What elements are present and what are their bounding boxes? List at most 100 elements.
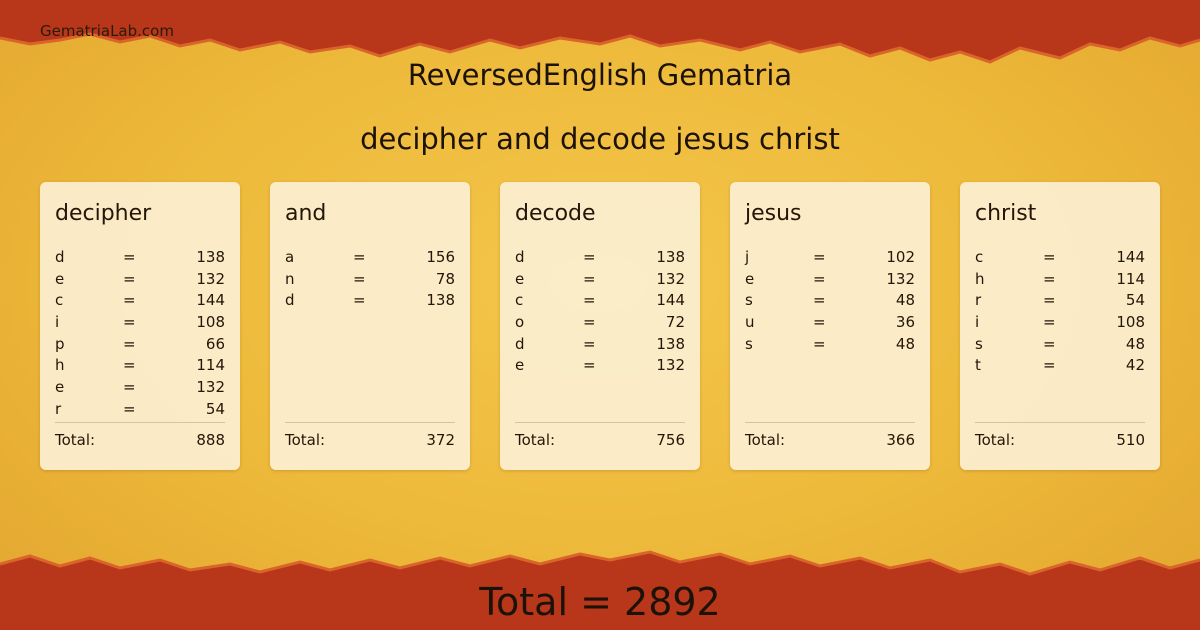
letter: r [975, 291, 982, 310]
equals-sign: = [123, 313, 136, 332]
letter-row: i = 108 [55, 313, 225, 335]
letter-row: s = 48 [745, 291, 915, 313]
letter: i [975, 313, 980, 332]
equals-sign: = [813, 248, 826, 266]
letter-row: h = 114 [975, 270, 1145, 292]
letter-row: j = 102 [745, 248, 915, 270]
letter-row: c = 144 [515, 291, 685, 313]
equals-sign: = [1043, 269, 1056, 288]
equals-sign: = [353, 269, 366, 288]
letter-row: o = 72 [515, 313, 685, 335]
letter-row: i = 108 [975, 313, 1145, 335]
letter-row: e = 132 [55, 270, 225, 292]
letter-row: s = 48 [975, 335, 1145, 357]
letter: d [515, 334, 525, 353]
letter: c [975, 248, 984, 266]
letter-list: d = 138 e = 132 c = 144 i = 108 p = 66 h = 114 e = 132 r = 54 [55, 248, 225, 418]
letter: i [55, 313, 60, 332]
letter: e [745, 269, 755, 288]
letter: s [745, 334, 753, 353]
total-label: Total: [745, 431, 786, 449]
letter-row: r = 54 [55, 400, 225, 422]
letter-row: u = 36 [745, 313, 915, 335]
equals-sign: = [123, 378, 136, 397]
letter-value: 132 [656, 356, 685, 375]
letter-list: d = 138 e = 132 c = 144 o = 72 d = 138 e = 132 [515, 248, 685, 416]
letter-row: p = 66 [55, 335, 225, 357]
letter-row: d = 138 [515, 248, 685, 270]
letter-row: d = 138 [55, 248, 225, 270]
letter: u [745, 313, 755, 332]
letter: c [55, 291, 64, 310]
word-card: and a = 156 n = 78 d = 138 Total: 372 [270, 182, 470, 470]
equals-sign: = [123, 334, 136, 353]
letter-value: 114 [196, 356, 225, 375]
letter-list: j = 102 e = 132 s = 48 u = 36 s = 48 [745, 248, 915, 416]
equals-sign: = [1043, 313, 1056, 332]
letter-value: 132 [656, 269, 685, 288]
total-label: Total: [55, 431, 96, 449]
word-total-row: Total: 366 [745, 431, 915, 461]
equals-sign: = [123, 356, 136, 375]
letter-row: n = 78 [285, 270, 455, 292]
equals-sign: = [583, 248, 596, 266]
equals-sign: = [1043, 291, 1056, 310]
word-total-row: Total: 510 [975, 431, 1145, 461]
letter: c [515, 291, 524, 310]
equals-sign: = [583, 356, 596, 375]
equals-sign: = [813, 269, 826, 288]
letter: s [745, 291, 753, 310]
word-card: christ c = 144 h = 114 r = 54 i = 108 s = 48 t = 42 Total: 5… [960, 182, 1160, 470]
letter: o [515, 313, 525, 332]
letter-value: 156 [426, 248, 455, 266]
equals-sign: = [123, 291, 136, 310]
letter-value: 108 [196, 313, 225, 332]
letter-value: 114 [1116, 269, 1145, 288]
word-cards: decipher d = 138 e = 132 c = 144 i = 108 p = 66 h = 114 e = 1… [40, 182, 1160, 470]
card-word-title: decipher [55, 201, 152, 226]
word-total-row: Total: 372 [285, 431, 455, 461]
divider [55, 422, 225, 423]
equals-sign: = [123, 399, 136, 418]
equals-sign: = [1043, 356, 1056, 375]
equals-sign: = [813, 334, 826, 353]
letter-value: 36 [895, 313, 915, 332]
letter: d [285, 291, 295, 310]
letter: d [515, 248, 525, 266]
letter-value: 132 [886, 269, 915, 288]
phrase-heading: decipher and decode jesus christ [360, 122, 840, 156]
divider [285, 422, 455, 423]
letter-row: e = 132 [55, 378, 225, 400]
equals-sign: = [583, 313, 596, 332]
letter-row: h = 114 [55, 356, 225, 378]
card-word-title: decode [515, 201, 596, 226]
word-total-value: 756 [656, 431, 685, 449]
equals-sign: = [123, 269, 136, 288]
letter-row: s = 48 [745, 335, 915, 357]
letter-value: 66 [205, 334, 225, 353]
equals-sign: = [1043, 334, 1056, 353]
letter-list: a = 156 n = 78 d = 138 [285, 248, 455, 416]
letter-value: 54 [1125, 291, 1145, 310]
letter-value: 48 [895, 291, 915, 310]
card-word-title: christ [975, 201, 1037, 226]
word-total-value: 510 [1116, 431, 1145, 449]
letter: a [285, 248, 295, 266]
equals-sign: = [353, 248, 366, 266]
letter: r [55, 399, 62, 418]
word-total-row: Total: 756 [515, 431, 685, 461]
card-word-title: jesus [745, 201, 802, 226]
letter-value: 54 [205, 399, 225, 418]
total-label: Total: [515, 431, 556, 449]
letter: e [55, 378, 65, 397]
word-total-value: 372 [426, 431, 455, 449]
letter-value: 144 [656, 291, 685, 310]
letter-row: e = 132 [515, 270, 685, 292]
letter-value: 108 [1116, 313, 1145, 332]
total-label: Total: [975, 431, 1016, 449]
divider [515, 422, 685, 423]
letter-value: 138 [656, 334, 685, 353]
site-name[interactable]: GematriaLab.com [40, 22, 174, 40]
equals-sign: = [123, 248, 136, 266]
letter-value: 48 [1125, 334, 1145, 353]
